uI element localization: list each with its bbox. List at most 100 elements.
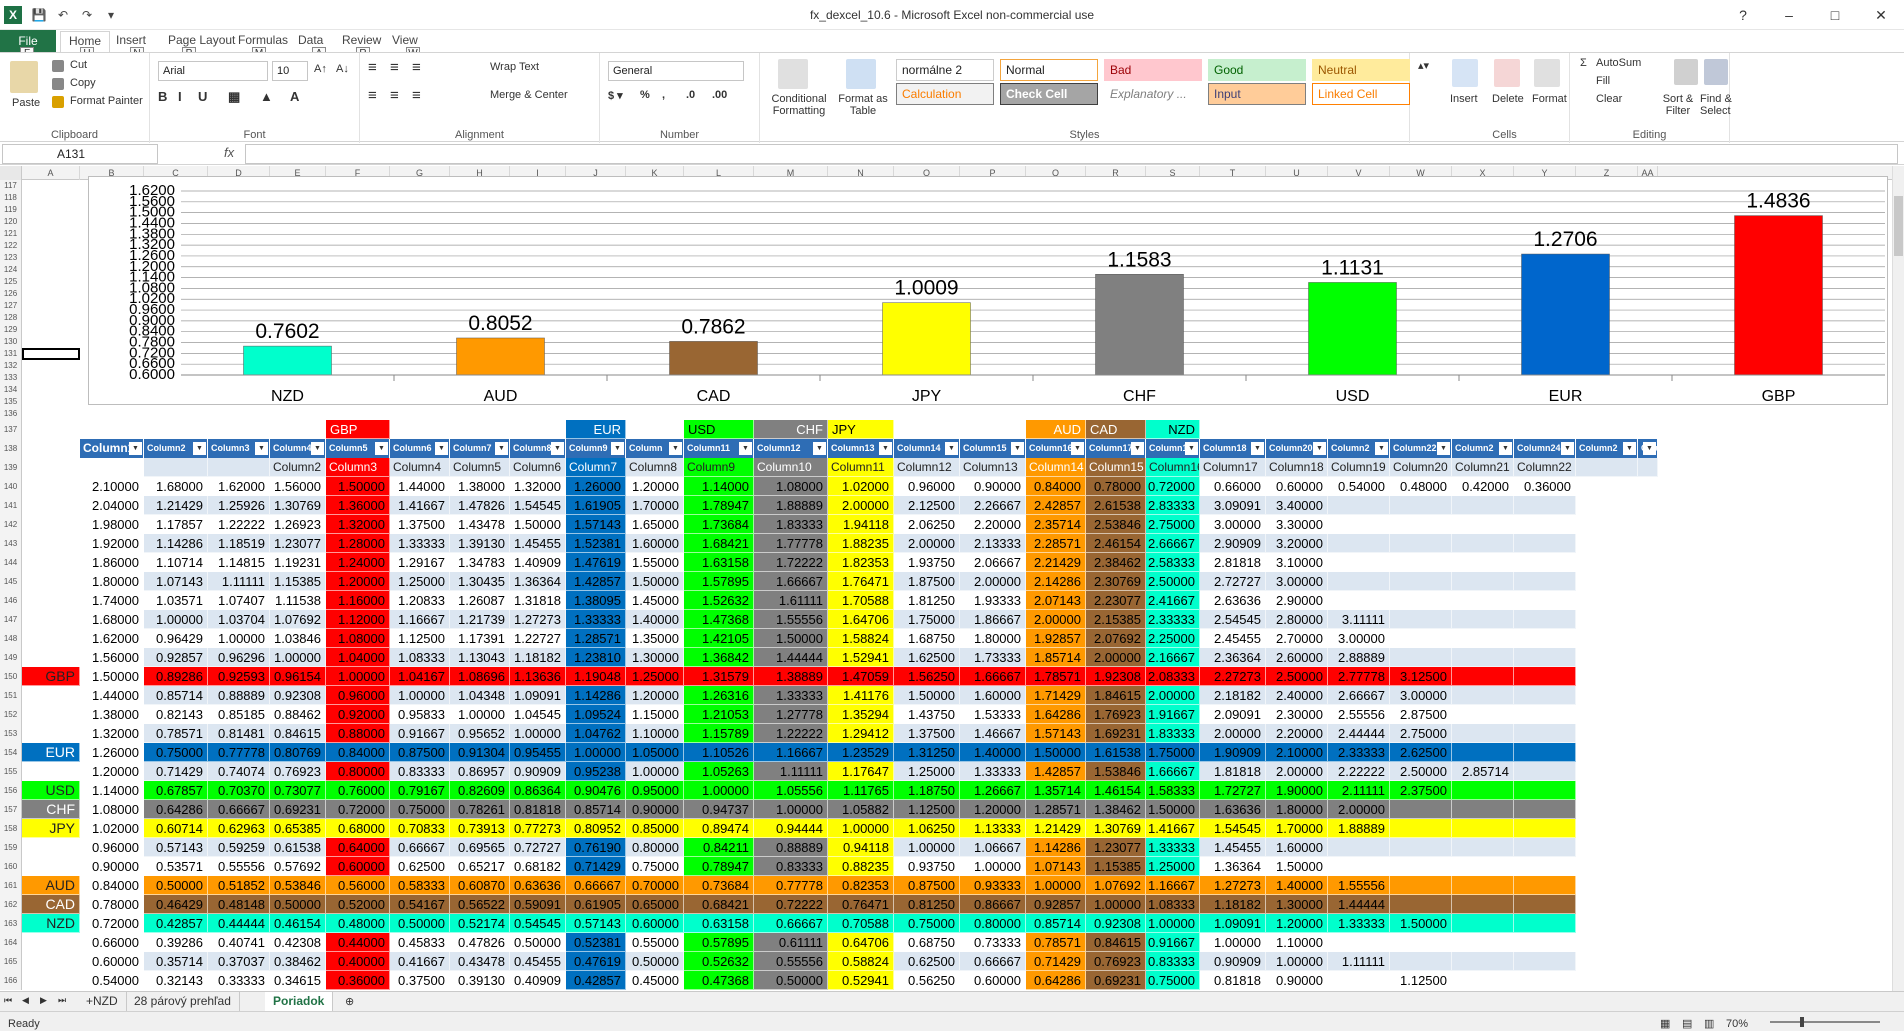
data-cell[interactable]: 0.79167: [390, 781, 450, 800]
data-cell[interactable]: 1.45000: [626, 591, 684, 610]
table-header-cell[interactable]: Column16 ▼: [1026, 439, 1086, 458]
data-cell[interactable]: 0.78000: [1086, 477, 1146, 496]
data-cell[interactable]: 1.20000: [80, 762, 144, 781]
data-cell[interactable]: 1.17857: [144, 515, 208, 534]
data-cell[interactable]: 0.56000: [326, 876, 390, 895]
data-cell[interactable]: 1.38462: [1086, 800, 1146, 819]
data-cell[interactable]: 0.58333: [390, 876, 450, 895]
data-cell[interactable]: [1514, 629, 1576, 648]
data-cell[interactable]: 1.00000: [1086, 895, 1146, 914]
data-cell[interactable]: 1.02000: [828, 477, 894, 496]
format-button[interactable]: Format: [1532, 93, 1567, 105]
row-header[interactable]: 131: [0, 348, 22, 360]
data-cell[interactable]: 0.46154: [270, 914, 326, 933]
data-cell[interactable]: [1514, 971, 1576, 990]
active-cell[interactable]: [22, 348, 80, 360]
data-cell[interactable]: 1.13043: [450, 648, 510, 667]
data-cell[interactable]: 2.87500: [1390, 705, 1452, 724]
data-cell[interactable]: 1.88889: [754, 496, 828, 515]
data-cell[interactable]: 2.06667: [960, 553, 1026, 572]
data-cell[interactable]: [1514, 952, 1576, 971]
data-cell[interactable]: [1328, 553, 1390, 572]
data-cell[interactable]: 0.95455: [510, 743, 566, 762]
tab-insert[interactable]: Insert: [116, 33, 146, 47]
data-cell[interactable]: 0.73333: [960, 933, 1026, 952]
data-cell[interactable]: 0.54000: [1328, 477, 1390, 496]
data-cell[interactable]: 1.04762: [566, 724, 626, 743]
data-cell[interactable]: [1514, 553, 1576, 572]
data-cell[interactable]: 2.90000: [1266, 591, 1328, 610]
data-cell[interactable]: 2.06250: [894, 515, 960, 534]
first-sheet-icon[interactable]: ⏮: [4, 995, 12, 1006]
data-cell[interactable]: 0.57143: [144, 838, 208, 857]
increase-decimal-icon[interactable]: .0: [686, 89, 695, 101]
data-cell[interactable]: 1.13333: [960, 819, 1026, 838]
data-cell[interactable]: 2.00000: [1266, 762, 1328, 781]
data-cell[interactable]: 1.87500: [894, 572, 960, 591]
row-header[interactable]: 117: [0, 180, 22, 192]
table-header-cell[interactable]: Column24 ▼: [1514, 439, 1576, 458]
name-box[interactable]: A131: [2, 144, 158, 164]
data-cell[interactable]: [1514, 819, 1576, 838]
data-cell[interactable]: 0.42857: [144, 914, 208, 933]
data-cell[interactable]: 0.63636: [510, 876, 566, 895]
data-cell[interactable]: 1.56000: [80, 648, 144, 667]
data-cell[interactable]: 1.08000: [754, 477, 828, 496]
data-cell[interactable]: 0.68000: [326, 819, 390, 838]
normal-view-icon[interactable]: ▦: [1660, 1015, 1670, 1031]
data-cell[interactable]: 1.21429: [144, 496, 208, 515]
data-cell[interactable]: 0.60000: [1266, 477, 1328, 496]
data-cell[interactable]: 1.92857: [1026, 629, 1086, 648]
next-sheet-icon[interactable]: ▶: [40, 995, 47, 1006]
data-cell[interactable]: 0.60000: [626, 914, 684, 933]
fill-color-icon[interactable]: ▲: [260, 89, 273, 104]
sheet-tab[interactable]: +NZD: [78, 992, 127, 1011]
data-cell[interactable]: 0.48148: [208, 895, 270, 914]
find-select-button[interactable]: Find & Select: [1700, 93, 1734, 117]
data-cell[interactable]: 2.90909: [1200, 534, 1266, 553]
data-cell[interactable]: 0.52941: [828, 971, 894, 990]
data-cell[interactable]: 1.41176: [828, 686, 894, 705]
data-cell[interactable]: 0.84000: [326, 743, 390, 762]
data-cell[interactable]: 1.05882: [828, 800, 894, 819]
data-cell[interactable]: 2.61538: [1086, 496, 1146, 515]
data-cell[interactable]: 0.77778: [754, 876, 828, 895]
data-cell[interactable]: 1.10714: [144, 553, 208, 572]
data-cell[interactable]: 2.20000: [960, 515, 1026, 534]
data-cell[interactable]: 2.75000: [1146, 515, 1200, 534]
fill-button[interactable]: Fill: [1596, 75, 1610, 87]
data-cell[interactable]: 0.62500: [894, 952, 960, 971]
data-cell[interactable]: 1.06667: [960, 838, 1026, 857]
data-cell[interactable]: 2.08333: [1146, 667, 1200, 686]
data-cell[interactable]: [1514, 895, 1576, 914]
data-cell[interactable]: 0.92308: [1086, 914, 1146, 933]
comma-icon[interactable]: ,: [662, 89, 665, 101]
filter-dropdown-icon[interactable]: ▼: [311, 442, 324, 455]
data-cell[interactable]: 2.30000: [1266, 705, 1328, 724]
data-cell[interactable]: 1.13636: [510, 667, 566, 686]
data-cell[interactable]: 2.50000: [1146, 572, 1200, 591]
data-cell[interactable]: 0.81481: [208, 724, 270, 743]
data-cell[interactable]: 2.00000: [828, 496, 894, 515]
data-cell[interactable]: 0.80000: [960, 914, 1026, 933]
clear-button[interactable]: Clear: [1596, 93, 1622, 105]
data-cell[interactable]: 0.94737: [684, 800, 754, 819]
data-cell[interactable]: [1328, 515, 1390, 534]
row-header[interactable]: 128: [0, 312, 22, 324]
bar-jpy[interactable]: [882, 302, 971, 376]
data-cell[interactable]: 0.88000: [326, 724, 390, 743]
data-cell[interactable]: 0.80952: [566, 819, 626, 838]
underline-button[interactable]: U: [198, 89, 207, 104]
data-cell[interactable]: [1514, 762, 1576, 781]
data-cell[interactable]: 0.83333: [754, 857, 828, 876]
row-header[interactable]: 151: [0, 686, 22, 705]
row-header[interactable]: 124: [0, 264, 22, 276]
data-cell[interactable]: 1.08333: [390, 648, 450, 667]
data-cell[interactable]: [1514, 686, 1576, 705]
data-cell[interactable]: 1.33333: [390, 534, 450, 553]
data-cell[interactable]: 1.44444: [754, 648, 828, 667]
data-cell[interactable]: 0.37500: [390, 971, 450, 990]
data-cell[interactable]: 2.80000: [1266, 610, 1328, 629]
bar-usd[interactable]: [1308, 282, 1397, 376]
data-cell[interactable]: 0.38462: [270, 952, 326, 971]
